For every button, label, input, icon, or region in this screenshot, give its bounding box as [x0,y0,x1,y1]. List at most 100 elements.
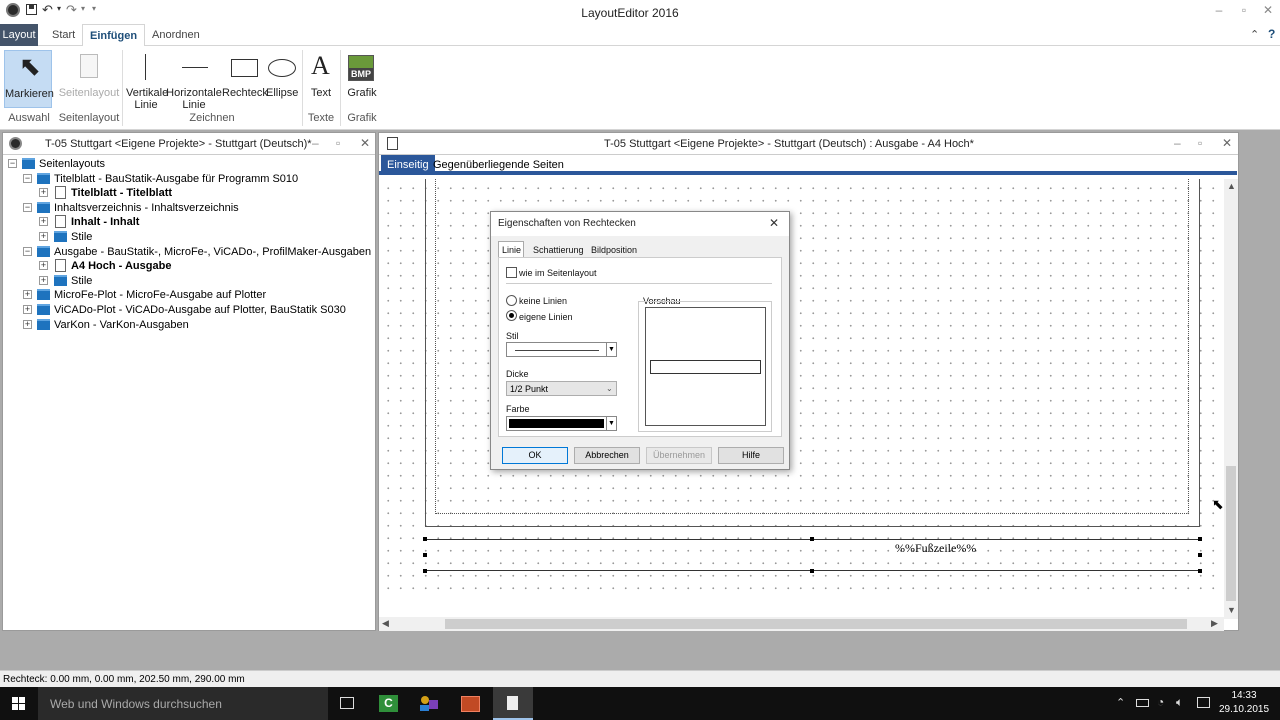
vertical-scrollbar[interactable]: ▲ ▼ [1224,179,1238,619]
selection-handle[interactable] [1198,553,1202,557]
selection-handle[interactable] [1198,537,1202,541]
chevron-down-icon[interactable]: ▼ [606,343,616,356]
horizontal-scroll-thumb[interactable] [445,619,1187,629]
chevron-down-icon[interactable]: ▼ [606,417,616,430]
scroll-up-icon[interactable]: ▲ [1227,181,1236,191]
notification-icon[interactable] [1197,697,1210,708]
scroll-left-icon[interactable]: ◀ [382,618,389,629]
keine-linien-radio[interactable] [506,295,517,306]
expand-icon[interactable]: + [39,217,48,227]
collapse-icon[interactable]: − [23,246,32,256]
project-tree-window: T-05 Stuttgart <Eigene Projekte> - Stutt… [2,132,376,631]
hilfe-button[interactable]: Hilfe [718,447,784,464]
selection-handle[interactable] [810,569,814,573]
folder-icon [37,172,50,184]
footer-rectangle[interactable] [425,539,1200,571]
markieren-button[interactable]: ⬉ Markieren [4,50,54,108]
uebernehmen-button[interactable]: Übernehmen [646,447,712,464]
dialog-close-icon[interactable]: ✕ [769,216,779,230]
expand-icon[interactable]: + [23,290,32,300]
expand-icon[interactable]: + [39,261,48,271]
close-pane-button[interactable]: ✕ [1222,136,1232,150]
wie-im-seitenlayout-checkbox[interactable] [506,267,517,278]
collapse-ribbon-icon[interactable]: ⌃ [1250,28,1259,41]
abbrechen-button[interactable]: Abbrechen [574,447,640,464]
folder-icon [37,245,50,257]
network-icon[interactable]: ◔ [1157,695,1164,709]
dialog-divider [506,283,772,284]
clock-date[interactable]: 29.10.2015 [1216,704,1272,715]
vertical-scroll-thumb[interactable] [1226,466,1236,601]
tab-gegenueberliegende-seiten[interactable]: Gegenüberliegende Seiten [427,155,570,175]
taskbar-app-layouteditor-icon[interactable] [493,687,533,720]
tab-start[interactable]: Start [45,24,82,46]
dicke-dropdown[interactable]: 1/2 Punkt ⌄ [506,381,617,396]
scroll-right-icon[interactable]: ▶ [1211,618,1218,629]
clock-time[interactable]: 14:33 [1220,690,1268,701]
selection-handle[interactable] [1198,569,1202,573]
expand-icon[interactable]: + [39,275,48,285]
rechteck-button[interactable]: Rechteck [222,50,268,106]
battery-icon[interactable] [1136,699,1149,707]
eigene-linien-radio[interactable] [506,310,517,321]
expand-icon[interactable]: + [39,232,48,241]
title-bar: ↶ ▾ ↷ ▾ ▾ LayoutEditor 2016 – ▫ ✕ [0,0,1280,24]
expand-icon[interactable]: + [39,188,48,198]
dialog-tab-schattierung[interactable]: Schattierung [533,245,584,255]
footer-placeholder-text[interactable]: %%Fußzeile%% [895,541,976,556]
vertikale-linie-button[interactable]: Vertikale Linie [126,50,168,111]
collapse-icon[interactable]: − [23,202,32,212]
taskbar-search-box[interactable]: Web und Windows durchsuchen [38,687,328,720]
collapse-icon[interactable]: − [23,173,32,183]
rectangle-icon [231,59,258,77]
tab-einfuegen[interactable]: Einfügen [82,24,146,47]
horizontal-scrollbar[interactable]: ◀ ▶ [379,617,1224,631]
selection-handle[interactable] [810,537,814,541]
dialog-title: Eigenschaften von Rechtecken [498,218,636,229]
grafik-button[interactable]: BMP Grafik [344,50,380,106]
expand-icon[interactable]: + [23,305,32,314]
vorschau-preview-box [645,307,766,426]
tab-layout[interactable]: Layout [0,24,38,46]
windows-taskbar: Web und Windows durchsuchen C ⌃ ◔ 🔈︎ 14:… [0,687,1280,720]
tab-anordnen[interactable]: Anordnen [145,24,207,46]
close-pane-button[interactable]: ✕ [360,136,370,150]
expand-icon[interactable]: + [23,319,32,329]
volume-icon[interactable]: 🔈︎ [1176,695,1183,710]
ellipse-button[interactable]: Ellipse [266,50,298,106]
horizontale-linie-label: Horizontale Linie [166,87,222,111]
minimize-pane-button[interactable]: – [312,136,319,150]
folder-icon [37,318,50,330]
stil-dropdown[interactable]: ▼ [506,342,617,357]
project-tree-titlebar: T-05 Stuttgart <Eigene Projekte> - Stutt… [3,133,375,155]
selection-handle[interactable] [423,569,427,573]
taskbar-app-shapes-icon[interactable] [410,687,448,720]
maximize-pane-button[interactable]: ▫ [336,136,340,150]
selection-handle[interactable] [423,553,427,557]
taskbar-app-c-icon[interactable]: C [370,687,408,720]
keine-linien-label: keine Linien [519,296,568,306]
maximize-pane-button[interactable]: ▫ [1198,136,1202,150]
windows-start-icon[interactable] [0,687,38,720]
text-button[interactable]: A Text [305,50,337,106]
page-layout-icon [80,54,98,78]
chevron-up-icon[interactable]: ⌃ [1116,696,1125,709]
collapse-icon[interactable]: − [8,159,17,168]
maximize-button[interactable]: ▫ [1236,3,1252,19]
close-button[interactable]: ✕ [1260,3,1276,19]
minimize-pane-button[interactable]: – [1174,136,1181,150]
farbe-dropdown[interactable]: ▼ [506,416,617,431]
scroll-down-icon[interactable]: ▼ [1227,605,1236,615]
folder-icon [37,289,50,301]
horizontale-linie-button[interactable]: Horizontale Linie [166,50,222,111]
dialog-tab-linie[interactable]: Linie [498,241,524,257]
ok-button[interactable]: OK [502,447,568,464]
preview-rectangle [650,360,761,374]
task-view-icon[interactable] [328,687,366,720]
dialog-tab-bildposition[interactable]: Bildposition [591,245,637,255]
minimize-button[interactable]: – [1211,3,1227,19]
selection-handle[interactable] [423,537,427,541]
chevron-down-icon[interactable]: ⌄ [606,382,613,395]
help-icon[interactable]: ? [1268,27,1275,41]
taskbar-app-presentation-icon[interactable] [451,687,489,720]
